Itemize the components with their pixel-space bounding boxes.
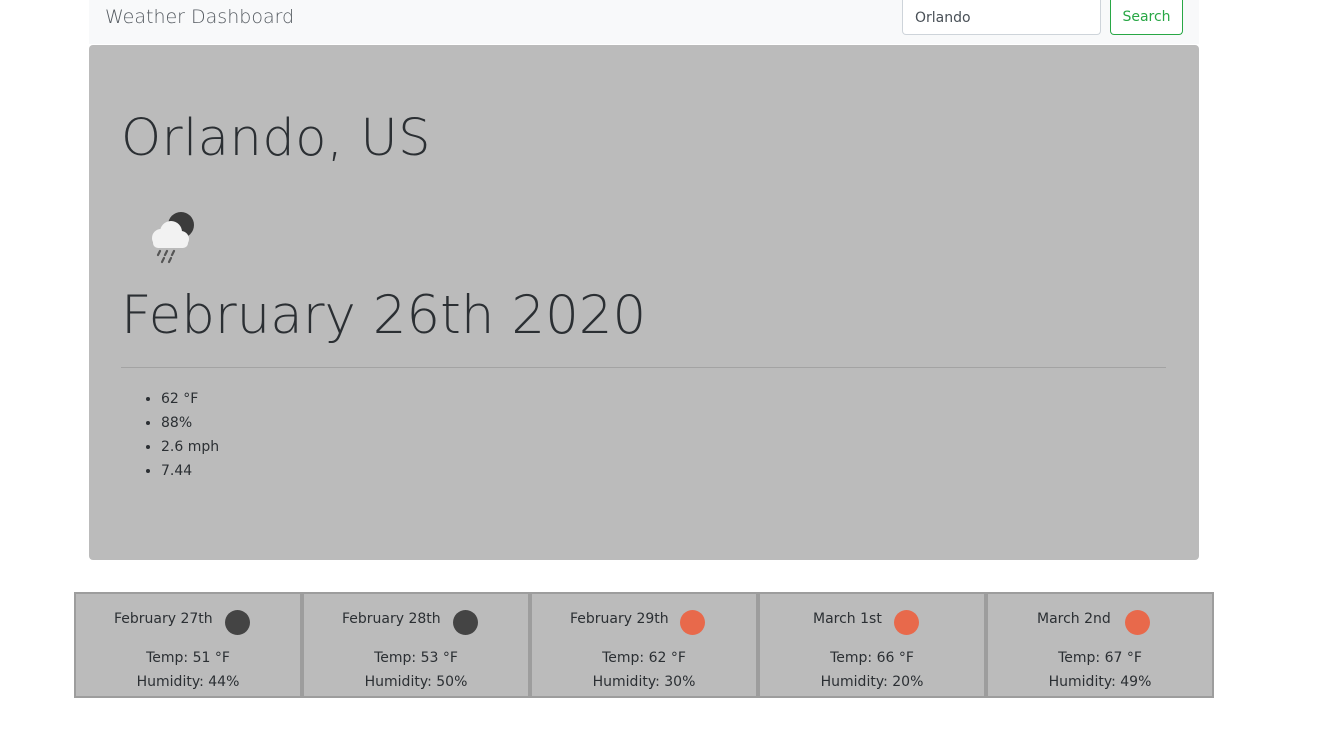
navbar: Weather Dashboard Search [89, 0, 1199, 44]
forecast-humidity: Humidity: 20% [820, 674, 924, 690]
forecast-date: March 2nd [1037, 611, 1111, 627]
stat-wind-speed: 2.6 mph [161, 435, 219, 459]
dark-circle-icon [453, 610, 478, 635]
sun-circle-icon [1125, 610, 1150, 635]
city-title: Orlando, US [121, 109, 432, 168]
forecast-card: March 2nd Temp: 67 °F Humidity: 49% [986, 592, 1214, 698]
search-input[interactable] [902, 0, 1101, 35]
forecast-humidity: Humidity: 50% [364, 674, 468, 690]
forecast-date: February 27th [114, 611, 213, 627]
forecast-card: February 28th Temp: 53 °F Humidity: 50% [302, 592, 530, 698]
forecast-humidity: Humidity: 44% [136, 674, 240, 690]
dark-circle-icon [225, 610, 250, 635]
forecast-temp: Temp: 53 °F [374, 650, 458, 666]
stat-temperature: 62 °F [161, 387, 219, 411]
forecast-date: February 28th [342, 611, 441, 627]
forecast-temp: Temp: 67 °F [1058, 650, 1142, 666]
search-button[interactable]: Search [1110, 0, 1183, 35]
current-weather-panel: Orlando, US February 26th 2020 62 °F 88%… [89, 45, 1199, 560]
forecast-humidity: Humidity: 30% [592, 674, 696, 690]
forecast-date: February 29th [570, 611, 669, 627]
divider [121, 367, 1166, 368]
current-date: February 26th 2020 [121, 285, 647, 346]
forecast-card: February 29th Temp: 62 °F Humidity: 30% [530, 592, 758, 698]
sun-circle-icon [894, 610, 919, 635]
forecast-temp: Temp: 66 °F [830, 650, 914, 666]
forecast-card: February 27th Temp: 51 °F Humidity: 44% [74, 592, 302, 698]
sun-circle-icon [680, 610, 705, 635]
current-stats-list: 62 °F 88% 2.6 mph 7.44 [121, 387, 219, 483]
forecast-row: February 27th Temp: 51 °F Humidity: 44% … [74, 592, 1214, 698]
stat-uv-index: 7.44 [161, 459, 219, 483]
forecast-humidity: Humidity: 49% [1048, 674, 1152, 690]
forecast-card: March 1st Temp: 66 °F Humidity: 20% [758, 592, 986, 698]
brand-link[interactable]: Weather Dashboard [105, 6, 294, 28]
cloud-rain-night-icon [152, 212, 194, 264]
forecast-temp: Temp: 51 °F [146, 650, 230, 666]
forecast-date: March 1st [813, 611, 882, 627]
stat-humidity: 88% [161, 411, 219, 435]
forecast-temp: Temp: 62 °F [602, 650, 686, 666]
